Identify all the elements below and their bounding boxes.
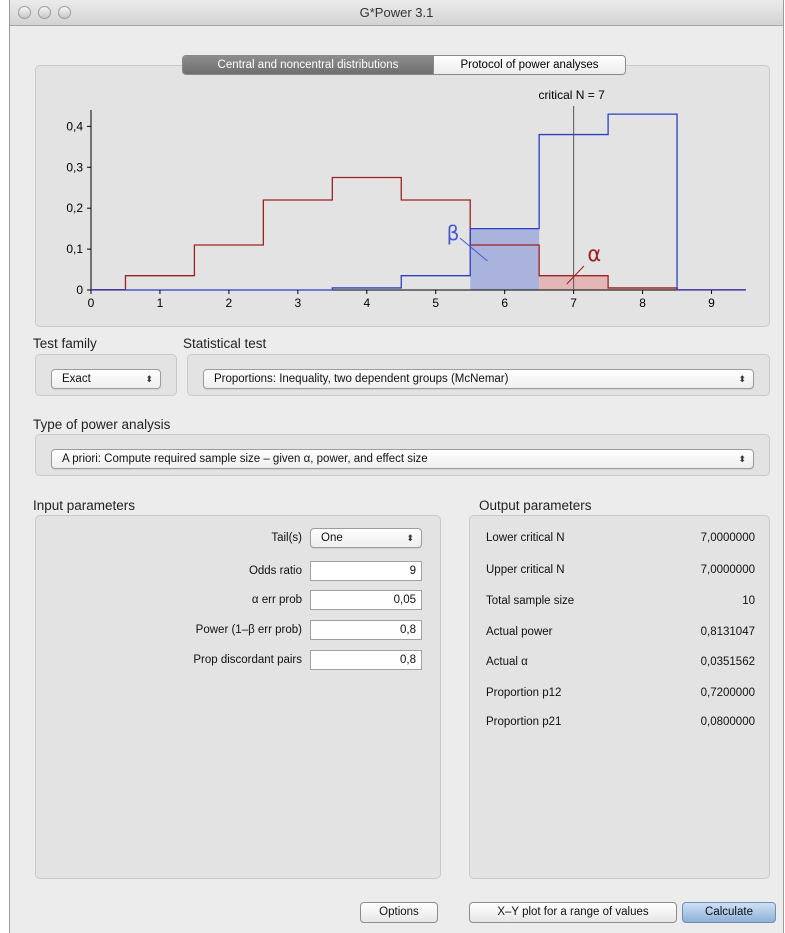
tab-distributions[interactable]: Central and noncentral distributions bbox=[183, 56, 433, 74]
x-tick-label: 5 bbox=[432, 296, 439, 310]
x-tick-label: 0 bbox=[88, 296, 95, 310]
calculate-button[interactable]: Calculate bbox=[682, 902, 776, 923]
distribution-plot: 0 1 2 3 4 5 6 7 8 9 0 0,1 0,2 0,3 0,4 critical N = 7 β α bbox=[66, 88, 746, 310]
prop-discordant-pairs-input[interactable]: 0,8 bbox=[310, 650, 422, 670]
odds-ratio-label: Odds ratio bbox=[248, 565, 302, 577]
x-tick-label: 8 bbox=[639, 296, 646, 310]
odds-ratio-input[interactable]: 9 bbox=[310, 561, 422, 581]
view-tabs: Central and noncentral distributions Pro… bbox=[182, 55, 626, 75]
x-tick-label: 2 bbox=[226, 296, 233, 310]
power-label: Power (1–β err prob) bbox=[195, 624, 302, 636]
y-tick-label: 0 bbox=[76, 283, 83, 297]
app-window: G*Power 3.1 0 1 2 3 4 5 6 7 8 9 0 0,1 0,2 0,3 0,4 criti… bbox=[9, 0, 784, 933]
beta-region bbox=[470, 228, 540, 290]
x-tick-label: 4 bbox=[363, 296, 370, 310]
xy-plot-button[interactable]: X–Y plot for a range of values bbox=[469, 902, 677, 923]
x-tick-label: 3 bbox=[294, 296, 301, 310]
test-family-label: Test family bbox=[33, 336, 97, 351]
select-arrows-icon: ⬍ bbox=[738, 374, 746, 384]
select-arrows-icon: ⬍ bbox=[406, 533, 414, 543]
options-button[interactable]: Options bbox=[360, 902, 438, 923]
alpha-err-prob-label: α err prob bbox=[251, 594, 302, 606]
proportion-p21-value: 0,0800000 bbox=[700, 716, 755, 728]
proportion-p12-value: 0,7200000 bbox=[700, 687, 755, 699]
tab-protocol[interactable]: Protocol of power analyses bbox=[433, 56, 625, 74]
select-arrows-icon: ⬍ bbox=[738, 454, 746, 464]
test-family-value: Exact bbox=[62, 373, 91, 385]
x-tick-label: 7 bbox=[570, 296, 577, 310]
power-analysis-select[interactable]: A priori: Compute required sample size –… bbox=[51, 449, 754, 469]
prop-discordant-pairs-label: Prop discordant pairs bbox=[193, 654, 302, 666]
actual-alpha-value: 0,0351562 bbox=[700, 656, 755, 668]
statistical-test-value: Proportions: Inequality, two dependent g… bbox=[214, 373, 509, 385]
alpha-err-prob-input[interactable]: 0,05 bbox=[310, 590, 422, 610]
y-tick-label: 0,4 bbox=[66, 119, 83, 133]
statistical-test-select[interactable]: Proportions: Inequality, two dependent g… bbox=[203, 369, 754, 389]
total-sample-size-label: Total sample size bbox=[486, 595, 575, 607]
lower-critical-n-label: Lower critical N bbox=[486, 532, 565, 544]
distribution-plot-panel: 0 1 2 3 4 5 6 7 8 9 0 0,1 0,2 0,3 0,4 critical N = 7 β α bbox=[35, 65, 770, 327]
y-tick-label: 0,1 bbox=[66, 242, 83, 256]
power-analysis-value: A priori: Compute required sample size –… bbox=[62, 453, 428, 465]
select-arrows-icon: ⬍ bbox=[145, 374, 153, 384]
title-bar: G*Power 3.1 bbox=[10, 0, 783, 26]
power-input[interactable]: 0,8 bbox=[310, 620, 422, 640]
actual-power-label: Actual power bbox=[486, 626, 553, 638]
actual-alpha-label: Actual α bbox=[486, 656, 528, 668]
output-parameters-label: Output parameters bbox=[479, 498, 592, 513]
lower-critical-n-value: 7,0000000 bbox=[700, 532, 755, 544]
statistical-test-label: Statistical test bbox=[183, 336, 267, 351]
proportion-p21-label: Proportion p21 bbox=[486, 716, 562, 728]
y-tick-label: 0,3 bbox=[66, 160, 83, 174]
tails-label: Tail(s) bbox=[271, 532, 302, 544]
actual-power-value: 0,8131047 bbox=[700, 626, 755, 638]
tails-select[interactable]: One ⬍ bbox=[310, 528, 422, 548]
x-tick-label: 1 bbox=[157, 296, 164, 310]
test-family-select[interactable]: Exact ⬍ bbox=[51, 369, 161, 389]
proportion-p12-label: Proportion p12 bbox=[486, 687, 562, 699]
window-title: G*Power 3.1 bbox=[359, 5, 434, 20]
y-tick-label: 0,2 bbox=[66, 201, 83, 215]
power-analysis-label: Type of power analysis bbox=[33, 417, 171, 432]
tails-value: One bbox=[321, 532, 343, 544]
alpha-symbol: α bbox=[587, 242, 601, 266]
h1-distribution-line bbox=[91, 113, 746, 291]
input-parameters-label: Input parameters bbox=[33, 498, 136, 513]
beta-symbol: β bbox=[447, 221, 460, 245]
upper-critical-n-label: Upper critical N bbox=[486, 564, 565, 576]
total-sample-size-value: 10 bbox=[742, 595, 755, 607]
x-tick-label: 9 bbox=[708, 296, 715, 310]
critical-n-label: critical N = 7 bbox=[538, 88, 605, 102]
h0-distribution-line bbox=[91, 176, 746, 291]
x-tick-label: 6 bbox=[501, 296, 508, 310]
upper-critical-n-value: 7,0000000 bbox=[700, 564, 755, 576]
